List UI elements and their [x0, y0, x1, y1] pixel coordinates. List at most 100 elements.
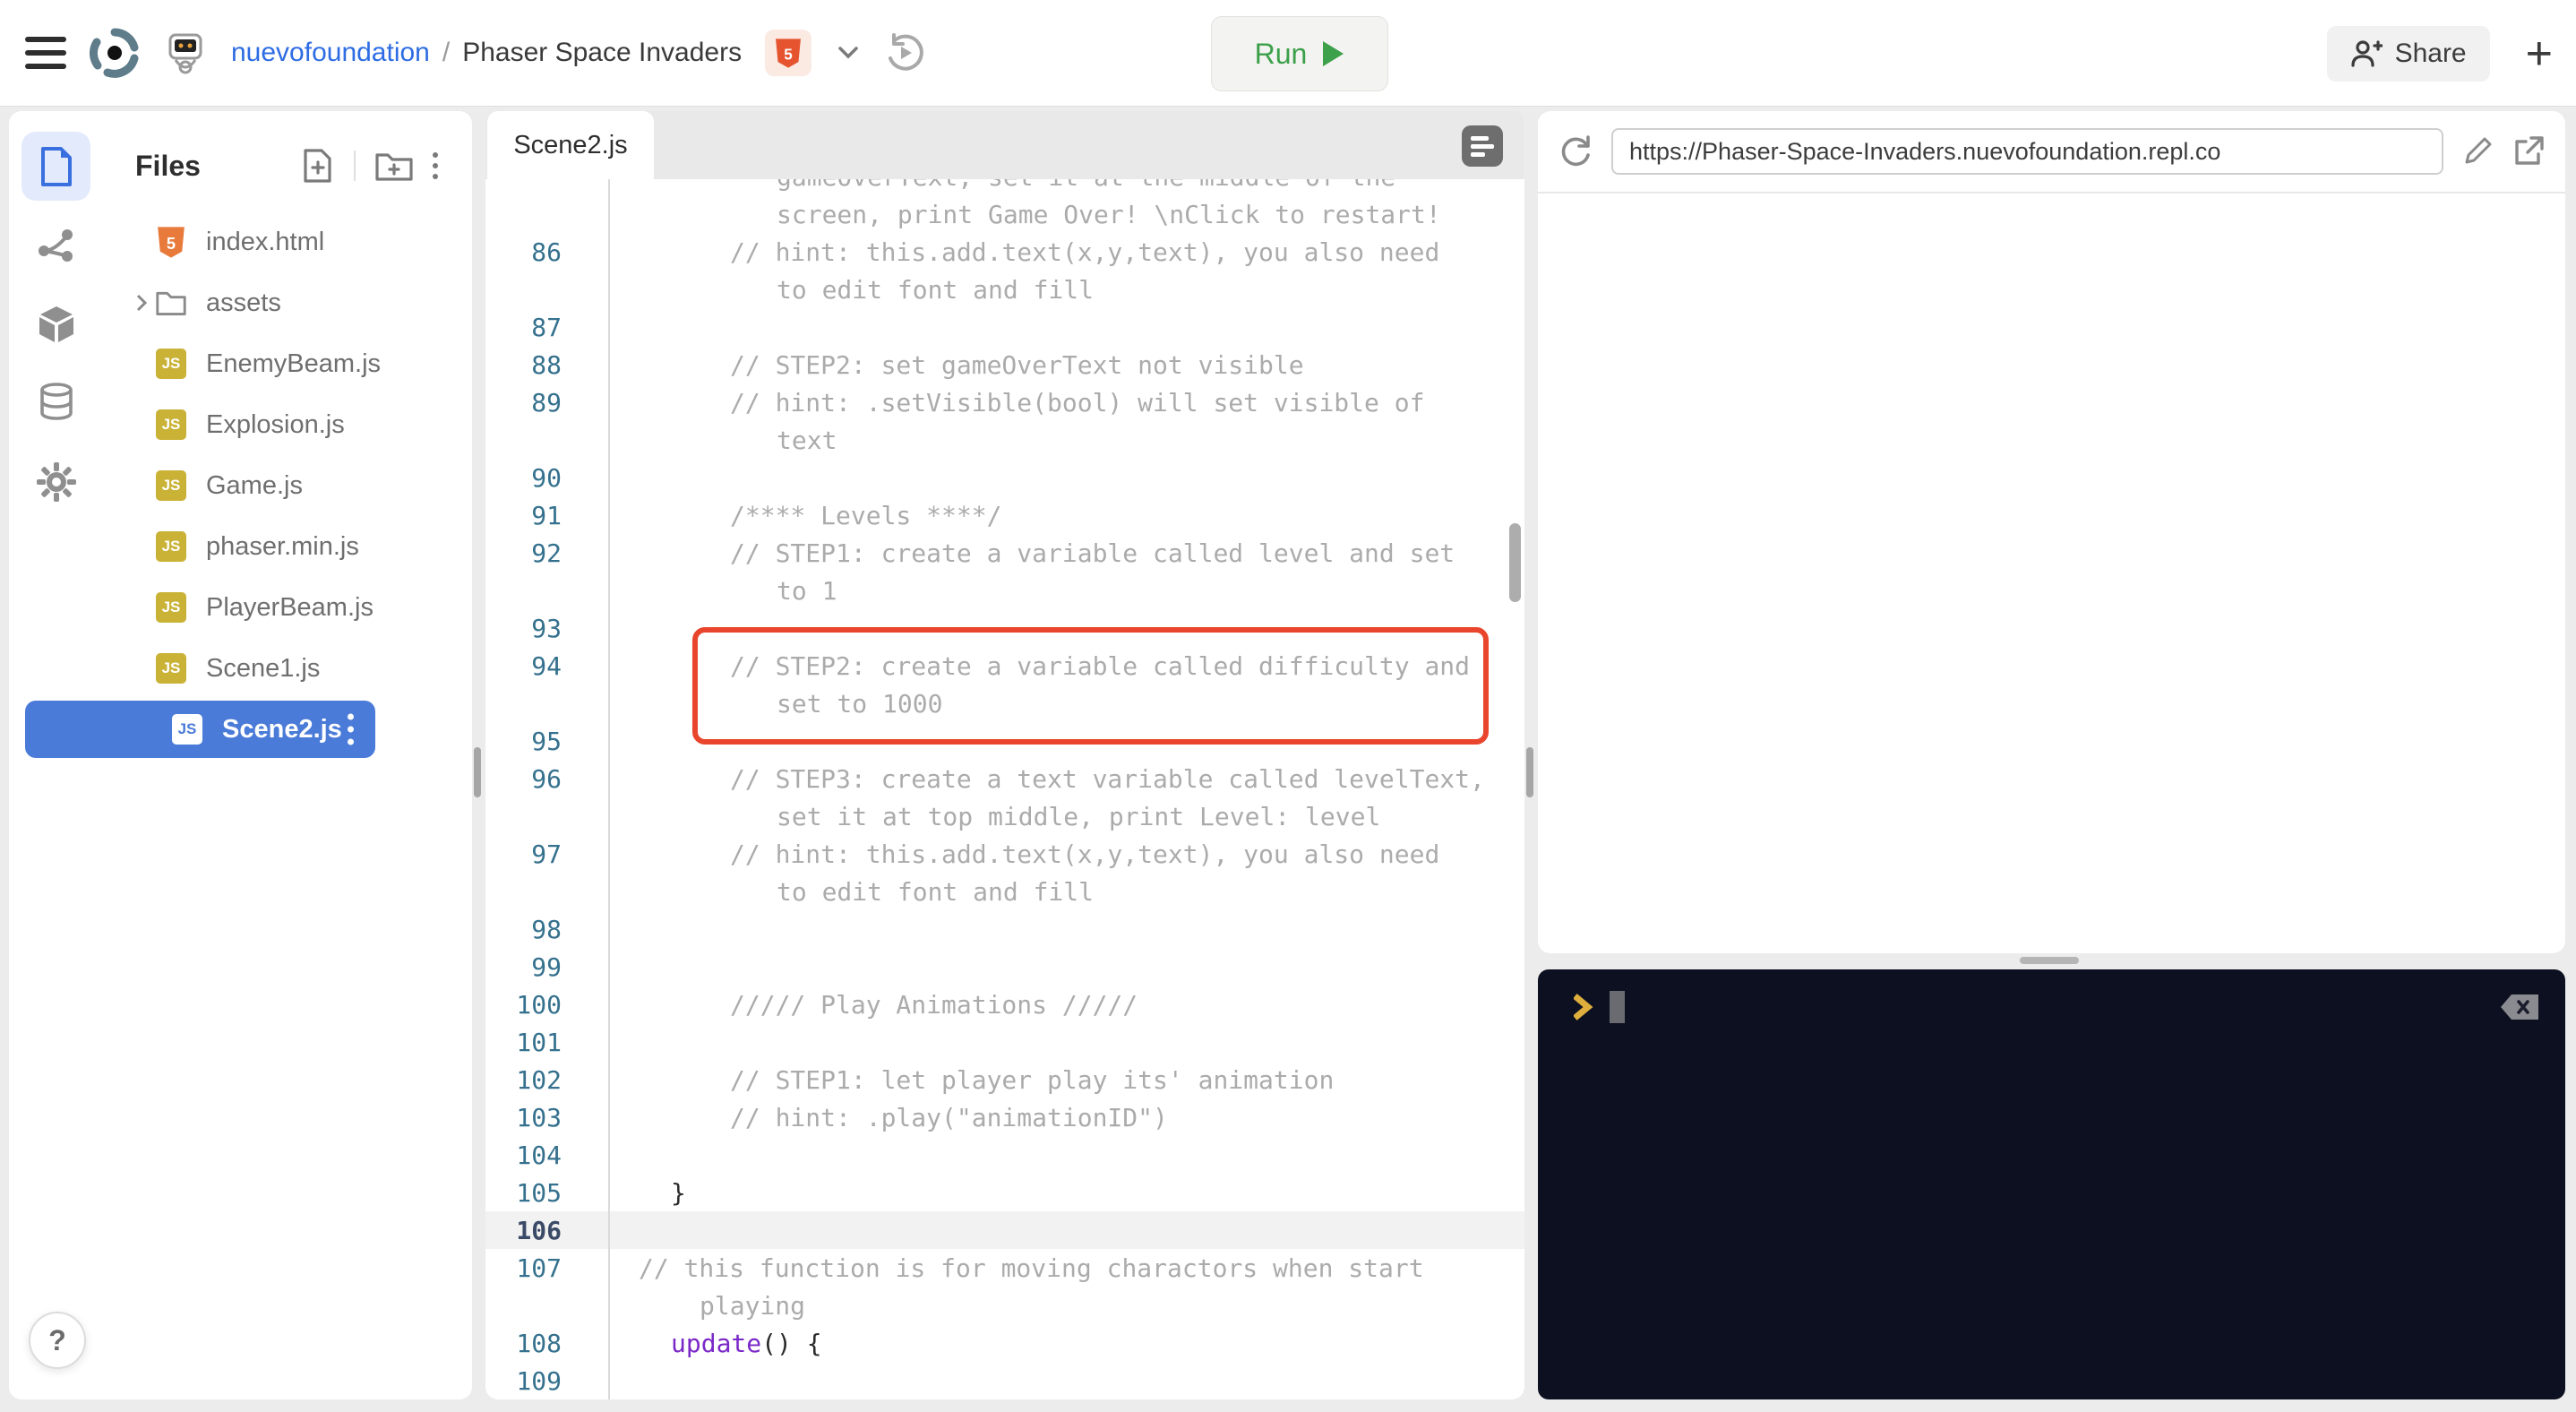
breadcrumb-owner-link[interactable]: nuevofoundation — [231, 38, 430, 68]
user-avatar[interactable] — [163, 28, 208, 78]
top-navbar: nuevofoundation / Phaser Space Invaders … — [0, 0, 2576, 107]
code-line-wrap[interactable]: to 1 — [485, 572, 1524, 609]
file-row-scene1-js[interactable]: JS Scene1.js — [9, 638, 472, 699]
pencil-icon[interactable] — [2461, 135, 2494, 168]
new-tab-plus-button[interactable]: + — [2526, 30, 2553, 77]
webview-content[interactable] — [1538, 194, 2565, 951]
file-row-phaser-min-js[interactable]: JS phaser.min.js — [9, 516, 472, 577]
code-line-101[interactable]: 101 — [485, 1023, 1524, 1061]
code-line-97[interactable]: 97 // hint: this.add.text(x,y,text), you … — [485, 835, 1524, 873]
format-icon[interactable] — [1462, 125, 1503, 167]
line-number: 103 — [516, 1102, 562, 1132]
code-line-wrap[interactable]: set it at top middle, print Level: level — [485, 797, 1524, 835]
help-button[interactable]: ? — [29, 1312, 86, 1369]
js-file-icon: JS — [156, 653, 186, 684]
file-row-assets[interactable]: assets — [9, 272, 472, 333]
line-number: 97 — [531, 839, 562, 869]
code-line-88[interactable]: 88 // STEP2: set gameOverText not visible — [485, 346, 1524, 383]
run-button-label: Run — [1254, 37, 1308, 70]
line-number: 88 — [531, 349, 562, 380]
code-text: to edit font and fill — [777, 876, 1095, 907]
code-text: // STEP3: create a text variable called … — [730, 763, 1485, 794]
code-line-98[interactable]: 98 — [485, 910, 1524, 948]
code-line-92[interactable]: 92 // STEP1: create a variable called lev… — [485, 534, 1524, 572]
code-line-94[interactable]: 94 // STEP2: create a variable called dif… — [485, 647, 1524, 684]
code-line-90[interactable]: 90 — [485, 459, 1524, 496]
file-label: phaser.min.js — [206, 531, 359, 561]
code-line-87[interactable]: 87 — [485, 308, 1524, 346]
file-row-index-html[interactable]: 5 index.html — [9, 211, 472, 272]
code-line-95[interactable]: 95 — [485, 722, 1524, 760]
code-line-96[interactable]: 96 // STEP3: create a text variable calle… — [485, 760, 1524, 797]
file-row-scene2-js[interactable]: JS Scene2.js — [9, 699, 472, 760]
code-line-91[interactable]: 91 /**** Levels ****/ — [485, 496, 1524, 534]
code-line-107[interactable]: 107 // this function is for moving charac… — [485, 1249, 1524, 1287]
code-line-102[interactable]: 102 // STEP1: let player play its' animat… — [485, 1061, 1524, 1098]
code-line-wrap[interactable]: text — [485, 421, 1524, 459]
help-button-label: ? — [48, 1323, 66, 1356]
code-line-100[interactable]: 100 ///// Play Animations ///// — [485, 986, 1524, 1023]
file-label: Scene2.js — [222, 714, 342, 744]
tab-scene2[interactable]: Scene2.js — [487, 111, 654, 179]
code-text: // hint: .play("animationID") — [730, 1102, 1168, 1132]
console-panel[interactable] — [1538, 969, 2565, 1399]
code-text: /**** Levels ****/ — [730, 500, 1002, 530]
editor-tabbar: Scene2.js — [485, 111, 1524, 179]
open-external-icon[interactable] — [2512, 134, 2546, 168]
sidebar-item-files[interactable] — [21, 132, 90, 201]
code-line-108[interactable]: 108 update() { — [485, 1324, 1524, 1362]
clear-console-icon[interactable] — [2499, 993, 2540, 1021]
code-line-86[interactable]: 86 // hint: this.add.text(x,y,text), you … — [485, 233, 1524, 271]
code-line-wrap[interactable]: gameOverText, set it at the middle of th… — [485, 179, 1524, 195]
share-button[interactable]: Share — [2326, 25, 2490, 82]
js-file-icon: JS — [156, 531, 186, 562]
file-row-playerbeam-js[interactable]: JS PlayerBeam.js — [9, 577, 472, 638]
code-line-103[interactable]: 103 // hint: .play("animationID") — [485, 1098, 1524, 1136]
editor-scrollbar[interactable] — [1509, 523, 1521, 602]
hamburger-menu-icon[interactable] — [25, 37, 66, 69]
code-line-99[interactable]: 99 — [485, 948, 1524, 986]
js-file-icon: JS — [156, 470, 186, 501]
line-number: 93 — [531, 613, 562, 643]
right-resize-handle[interactable] — [1526, 747, 1533, 797]
run-button[interactable]: Run — [1211, 16, 1388, 91]
play-icon — [1323, 41, 1344, 66]
add-folder-icon[interactable] — [375, 150, 413, 182]
chevron-right-icon[interactable] — [134, 292, 149, 314]
line-number: 102 — [516, 1064, 562, 1095]
code-line-wrap[interactable]: playing — [485, 1287, 1524, 1324]
file-kebab-menu-icon[interactable] — [348, 713, 354, 745]
refresh-icon[interactable] — [1558, 133, 1593, 169]
code-line-89[interactable]: 89 // hint: .setVisible(bool) will set vi… — [485, 383, 1524, 421]
url-input[interactable] — [1611, 128, 2443, 175]
file-row-enemybeam-js[interactable]: JS EnemyBeam.js — [9, 333, 472, 394]
file-row-explosion-js[interactable]: JS Explosion.js — [9, 394, 472, 455]
code-line-109[interactable]: 109 — [485, 1362, 1524, 1399]
replit-logo-icon[interactable] — [90, 28, 140, 78]
console-resize-handle[interactable] — [2020, 957, 2079, 964]
breadcrumb-project: Phaser Space Invaders — [462, 38, 743, 67]
code-area[interactable]: gameOverText, set it at the middle of th… — [485, 179, 1524, 1399]
add-file-icon[interactable] — [302, 148, 334, 184]
code-line-wrap[interactable]: screen, print Game Over! \nClick to rest… — [485, 195, 1524, 233]
person-plus-icon — [2350, 39, 2383, 67]
file-label: Explosion.js — [206, 409, 345, 439]
js-file-icon: JS — [156, 592, 186, 623]
code-line-wrap[interactable]: to edit font and fill — [485, 271, 1524, 308]
code-line-wrap[interactable]: set to 1000 — [485, 684, 1524, 722]
code-text: // hint: this.add.text(x,y,text), you al… — [730, 237, 1440, 267]
code-text: // hint: .setVisible(bool) will set visi… — [730, 387, 1425, 418]
code-text: update() { — [671, 1328, 822, 1358]
code-line-106[interactable]: 106 — [485, 1211, 1524, 1249]
chevron-down-icon[interactable] — [835, 44, 862, 62]
code-line-105[interactable]: 105} — [485, 1174, 1524, 1211]
js-file-icon: JS — [156, 349, 186, 379]
file-row-game-js[interactable]: JS Game.js — [9, 455, 472, 516]
history-icon[interactable] — [885, 33, 924, 73]
code-line-93[interactable]: 93 — [485, 609, 1524, 647]
left-resize-handle[interactable] — [474, 747, 481, 797]
code-line-wrap[interactable]: to edit font and fill — [485, 873, 1524, 910]
code-line-104[interactable]: 104 — [485, 1136, 1524, 1174]
html5-language-badge-icon[interactable]: 5 — [765, 30, 812, 76]
kebab-menu-icon[interactable] — [433, 152, 438, 179]
